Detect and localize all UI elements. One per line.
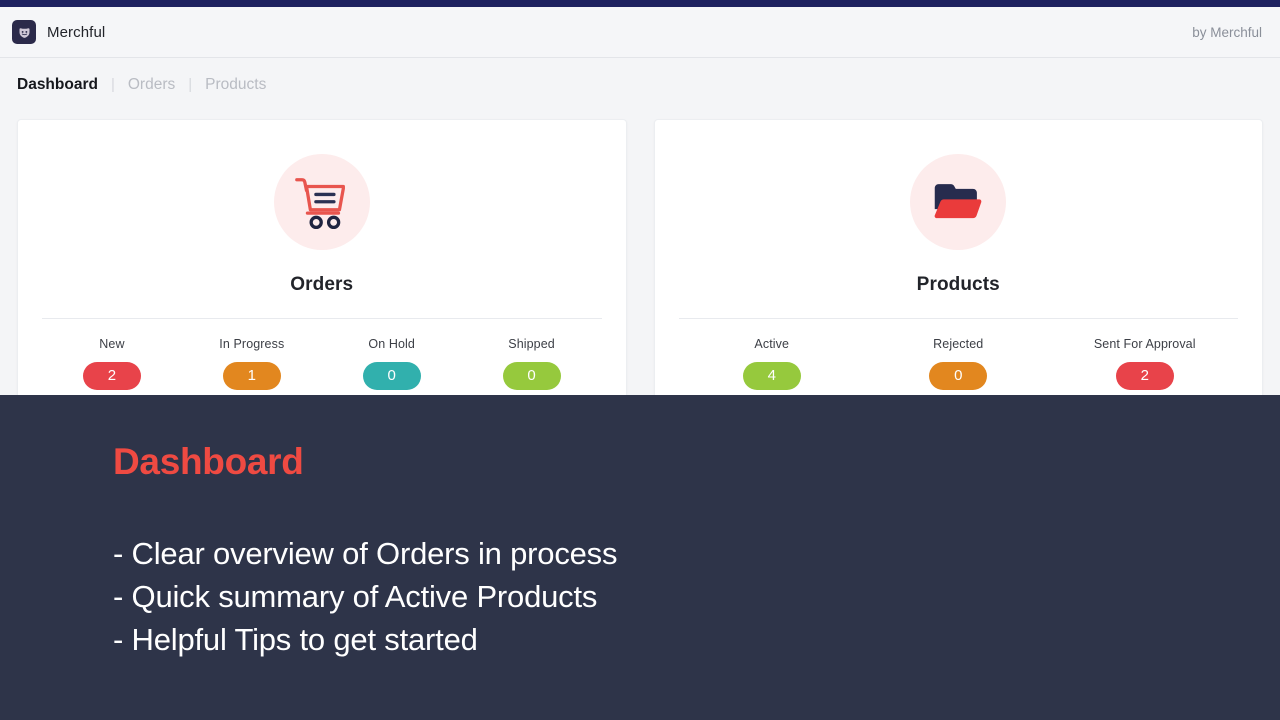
shopping-cart-icon bbox=[273, 154, 370, 250]
overlay-title: Dashboard bbox=[113, 441, 304, 482]
stat-label: In Progress bbox=[219, 337, 285, 351]
status-badge[interactable]: 2 bbox=[1115, 362, 1174, 390]
stat-sent-for-approval: Sent For Approval 2 bbox=[1052, 337, 1239, 390]
merchful-mask-logo-icon bbox=[12, 20, 36, 44]
stat-active: Active 4 bbox=[679, 337, 866, 390]
overlay-feature-list: - Clear overview of Orders in process - … bbox=[113, 532, 1280, 661]
orders-card-title: Orders bbox=[290, 274, 354, 295]
orders-stats-row: New 2 In Progress 1 On Hold 0 Shipped 0 bbox=[42, 337, 602, 390]
dashboard-info-overlay: Dashboard - Clear overview of Orders in … bbox=[0, 395, 1280, 720]
status-badge[interactable]: 0 bbox=[929, 362, 988, 390]
brand-name: Merchful bbox=[47, 23, 106, 41]
orders-summary-card[interactable]: Orders New 2 In Progress 1 On Hold 0 Shi… bbox=[17, 119, 627, 425]
stat-label: Active bbox=[754, 337, 790, 351]
overlay-bullet: - Helpful Tips to get started bbox=[113, 622, 478, 657]
status-badge[interactable]: 4 bbox=[742, 362, 801, 390]
brand-identity: Merchful bbox=[12, 20, 105, 44]
products-summary-card[interactable]: Products Active 4 Rejected 0 Sent For Ap… bbox=[653, 119, 1263, 425]
stat-label: On Hold bbox=[368, 337, 415, 351]
stat-label: New bbox=[99, 337, 125, 351]
stat-label: Rejected bbox=[933, 337, 984, 351]
stat-on-hold: On Hold 0 bbox=[322, 337, 462, 390]
products-stats-row: Active 4 Rejected 0 Sent For Approval 2 bbox=[679, 337, 1239, 390]
overlay-bullet: - Quick summary of Active Products bbox=[113, 579, 598, 614]
stat-rejected: Rejected 0 bbox=[865, 337, 1052, 390]
stat-shipped: Shipped 0 bbox=[462, 337, 602, 390]
status-badge[interactable]: 2 bbox=[82, 362, 141, 390]
top-accent-bar bbox=[0, 0, 1280, 7]
summary-cards-row: Orders New 2 In Progress 1 On Hold 0 Shi… bbox=[0, 119, 1280, 425]
stat-in-progress: In Progress 1 bbox=[182, 337, 322, 390]
status-badge[interactable]: 0 bbox=[502, 362, 561, 390]
orders-icon-wrap bbox=[42, 154, 602, 250]
stat-new: New 2 bbox=[42, 337, 182, 390]
tab-dashboard[interactable]: Dashboard bbox=[8, 77, 107, 93]
brand-header: Merchful by Merchful bbox=[0, 7, 1280, 58]
tab-orders[interactable]: Orders bbox=[119, 77, 184, 93]
orders-card-divider bbox=[42, 318, 602, 319]
stat-label: Sent For Approval bbox=[1093, 337, 1196, 351]
products-card-divider bbox=[678, 318, 1238, 319]
status-badge[interactable]: 0 bbox=[362, 362, 421, 390]
products-card-title: Products bbox=[916, 274, 1000, 295]
folder-icon bbox=[910, 154, 1007, 250]
stat-label: Shipped bbox=[508, 337, 555, 351]
products-icon-wrap bbox=[679, 154, 1239, 250]
status-badge[interactable]: 1 bbox=[222, 362, 281, 390]
primary-nav-tabs: Dashboard | Orders | Products bbox=[0, 58, 1280, 111]
overlay-bullet: - Clear overview of Orders in process bbox=[113, 536, 618, 571]
nav-separator-2: | bbox=[188, 76, 193, 93]
nav-separator-1: | bbox=[110, 76, 115, 93]
brand-attribution: by Merchful bbox=[1192, 24, 1262, 40]
tab-products[interactable]: Products bbox=[196, 77, 275, 93]
